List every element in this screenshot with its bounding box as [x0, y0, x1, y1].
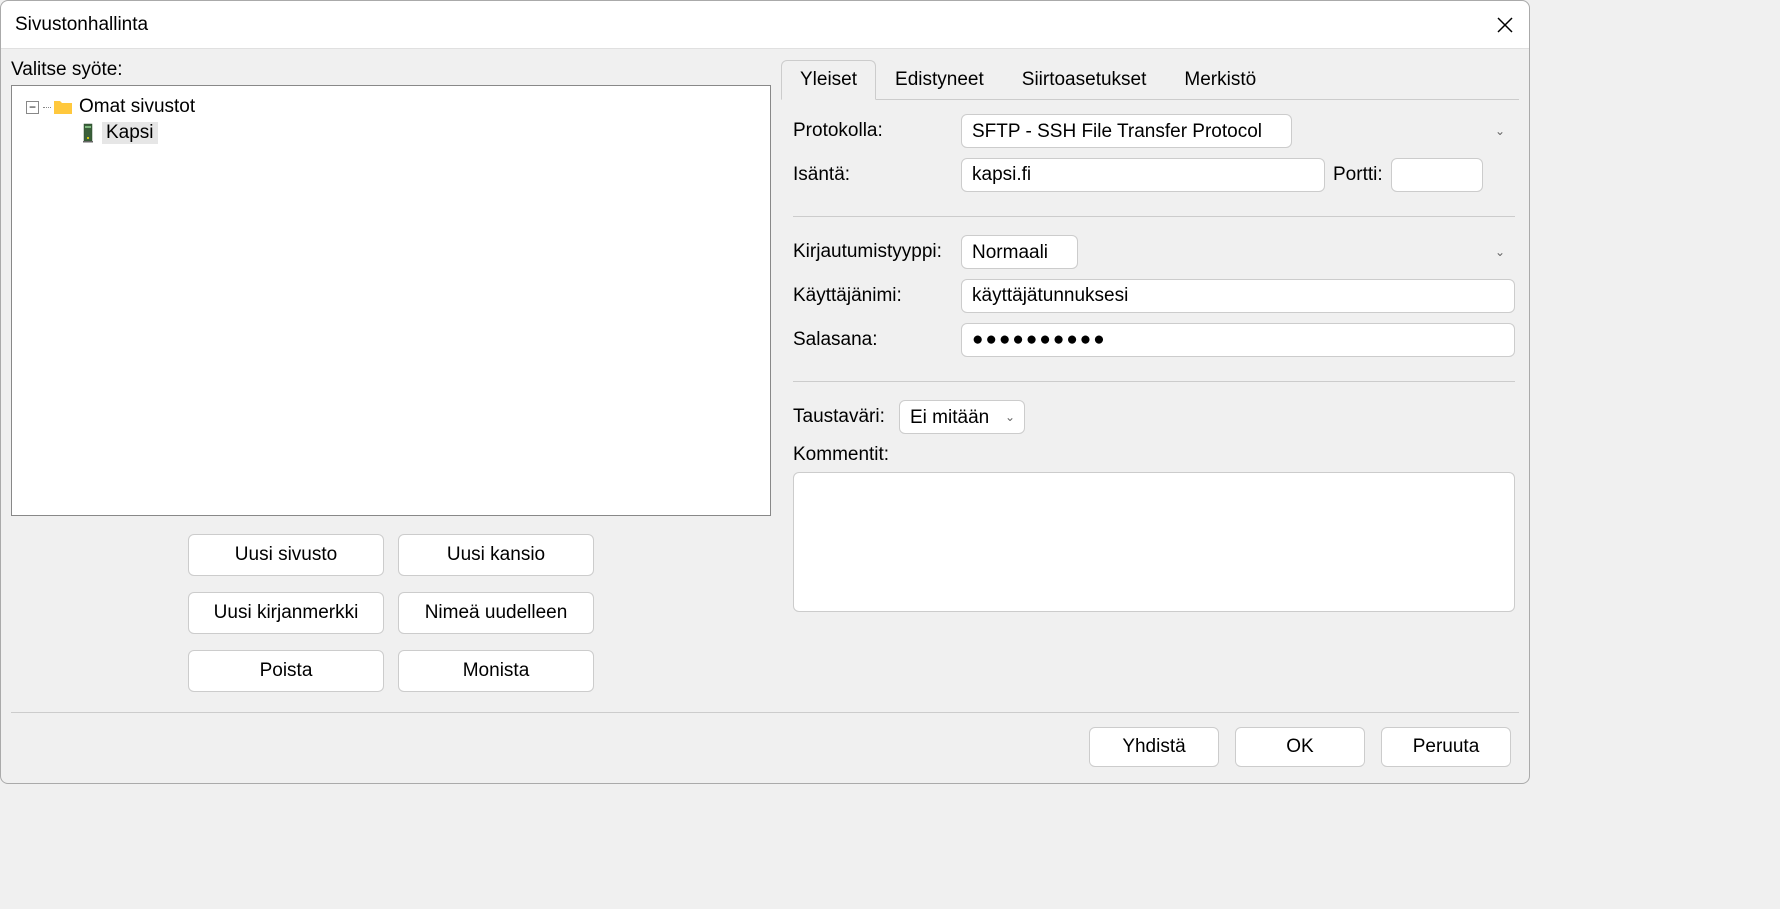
new-site-button[interactable]: Uusi sivusto — [188, 534, 384, 576]
comments-label: Kommentit: — [793, 444, 1515, 466]
host-row: Isäntä: Portti: — [793, 158, 1515, 192]
duplicate-button[interactable]: Monista — [398, 650, 594, 692]
footer: Yhdistä OK Peruuta — [1, 713, 1529, 783]
select-entry-label: Valitse syöte: — [11, 59, 771, 81]
tab-general[interactable]: Yleiset — [781, 60, 876, 100]
bgcolor-label: Taustaväri: — [793, 406, 899, 428]
tree-root-row[interactable]: − Omat sivustot — [20, 94, 762, 120]
tree-item-kapsi[interactable]: Kapsi — [20, 120, 762, 146]
password-input[interactable]: ●●●●●●●●●● — [961, 323, 1515, 357]
logontype-select[interactable]: Normaali — [961, 235, 1078, 269]
close-icon[interactable] — [1495, 15, 1515, 35]
logontype-label: Kirjautumistyyppi: — [793, 241, 961, 263]
port-label: Portti: — [1333, 164, 1383, 186]
host-input[interactable] — [961, 158, 1325, 192]
left-panel: Valitse syöte: − Omat sivustot Kapsi — [11, 59, 781, 704]
protocol-select[interactable]: SFTP - SSH File Transfer Protocol — [961, 114, 1292, 148]
chevron-down-icon: ⌄ — [1495, 245, 1505, 259]
site-manager-window: Sivustonhallinta Valitse syöte: − Omat s… — [0, 0, 1530, 784]
username-row: Käyttäjänimi: — [793, 279, 1515, 313]
right-panel: Yleiset Edistyneet Siirtoasetukset Merki… — [781, 59, 1519, 704]
cancel-button[interactable]: Peruuta — [1381, 727, 1511, 767]
divider-2 — [793, 381, 1515, 382]
tab-charset[interactable]: Merkistö — [1165, 60, 1275, 100]
tree-line — [43, 107, 51, 108]
connect-button[interactable]: Yhdistä — [1089, 727, 1219, 767]
protocol-row: Protokolla: SFTP - SSH File Transfer Pro… — [793, 114, 1515, 148]
ok-button[interactable]: OK — [1235, 727, 1365, 767]
comments-textarea[interactable] — [793, 472, 1515, 612]
username-label: Käyttäjänimi: — [793, 285, 961, 307]
rename-button[interactable]: Nimeä uudelleen — [398, 592, 594, 634]
server-icon — [80, 123, 96, 143]
host-label: Isäntä: — [793, 164, 961, 186]
tree-item-label: Kapsi — [102, 122, 158, 144]
logontype-row: Kirjautumistyyppi: Normaali ⌄ — [793, 235, 1515, 269]
folder-icon — [53, 99, 73, 115]
new-bookmark-button[interactable]: Uusi kirjanmerkki — [188, 592, 384, 634]
username-input[interactable] — [961, 279, 1515, 313]
tab-transfer[interactable]: Siirtoasetukset — [1003, 60, 1166, 100]
password-label: Salasana: — [793, 329, 961, 351]
sites-tree[interactable]: − Omat sivustot Kapsi — [11, 85, 771, 516]
titlebar: Sivustonhallinta — [1, 1, 1529, 49]
tab-advanced[interactable]: Edistyneet — [876, 60, 1003, 100]
tree-root-label: Omat sivustot — [79, 96, 195, 118]
chevron-down-icon: ⌄ — [1495, 124, 1505, 138]
expander-icon[interactable]: − — [26, 101, 39, 114]
port-input[interactable] — [1391, 158, 1483, 192]
content-area: Valitse syöte: − Omat sivustot Kapsi — [1, 49, 1529, 704]
form-general: Protokolla: SFTP - SSH File Transfer Pro… — [781, 100, 1519, 618]
divider-1 — [793, 216, 1515, 217]
new-folder-button[interactable]: Uusi kansio — [398, 534, 594, 576]
bgcolor-row: Taustaväri: Ei mitään ⌄ — [793, 400, 1515, 434]
password-row: Salasana: ●●●●●●●●●● — [793, 323, 1515, 357]
bgcolor-select[interactable]: Ei mitään — [899, 400, 1025, 434]
protocol-label: Protokolla: — [793, 120, 961, 142]
tree-buttons: Uusi sivusto Uusi kansio Uusi kirjanmerk… — [11, 516, 771, 704]
delete-button[interactable]: Poista — [188, 650, 384, 692]
tabs: Yleiset Edistyneet Siirtoasetukset Merki… — [781, 59, 1519, 100]
window-title: Sivustonhallinta — [15, 14, 148, 36]
